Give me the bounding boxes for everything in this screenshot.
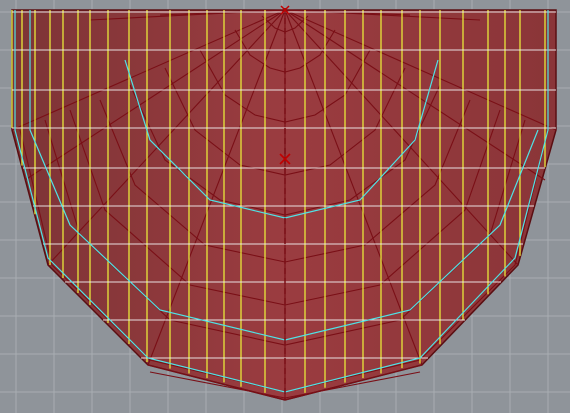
- mesh-body[interactable]: [11, 9, 557, 401]
- viewport-canvas[interactable]: [0, 0, 570, 413]
- 3d-viewport[interactable]: [0, 0, 570, 413]
